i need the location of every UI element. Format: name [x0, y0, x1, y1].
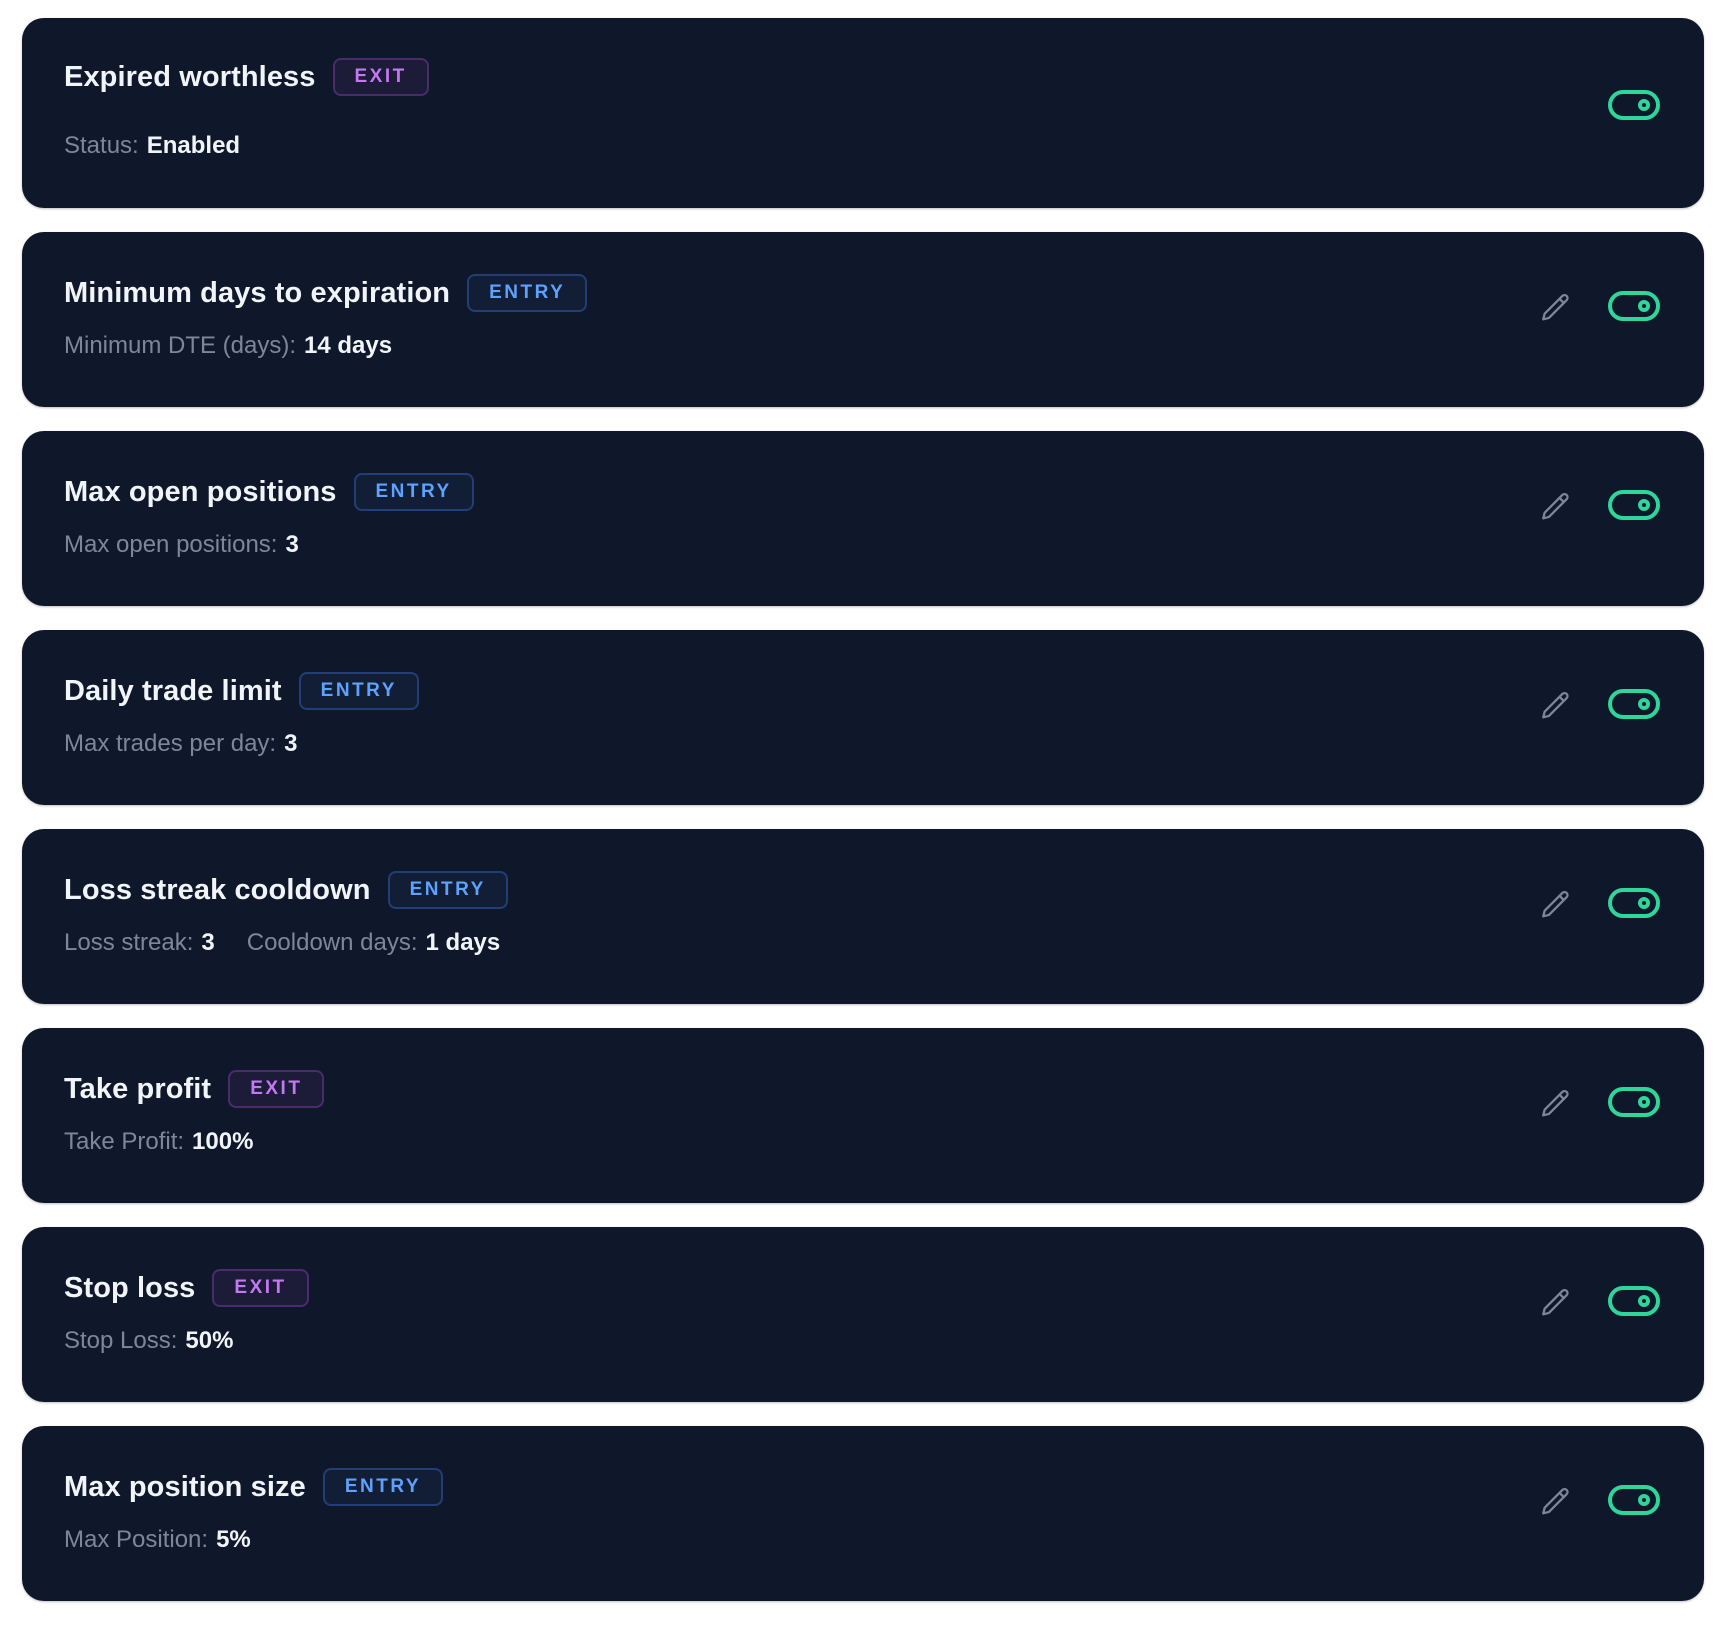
edit-button[interactable]	[1536, 686, 1576, 726]
detail-label: Max trades per day:	[64, 730, 277, 757]
rule-type-badge: ENTRY	[467, 274, 588, 312]
pencil-icon	[1542, 293, 1569, 321]
enable-toggle[interactable]	[1608, 1485, 1660, 1515]
pencil-icon	[1542, 691, 1569, 719]
rule-title: Stop loss	[64, 1271, 196, 1304]
rule-title: Loss streak cooldown	[64, 873, 371, 906]
rule-detail: Minimum DTE (days): 14 days	[64, 332, 392, 360]
rule-card-take-profit: Take profit EXIT Take Profit: 100%	[22, 1028, 1704, 1203]
enable-toggle[interactable]	[1608, 291, 1660, 321]
pencil-icon	[1542, 1089, 1569, 1117]
detail-value: 1 days	[425, 929, 501, 956]
rule-detail: Max trades per day: 3	[64, 730, 297, 758]
detail-value: Enabled	[146, 132, 241, 159]
toggle-knob	[1638, 99, 1650, 111]
toggle-knob	[1638, 698, 1650, 710]
detail-value: 50%	[185, 1327, 234, 1354]
toggle-knob	[1638, 897, 1650, 909]
pencil-icon	[1542, 492, 1569, 520]
edit-button[interactable]	[1536, 487, 1576, 527]
rule-title: Minimum days to expiration	[64, 276, 451, 309]
toggle-knob	[1638, 300, 1650, 312]
detail-label: Max open positions:	[64, 531, 278, 558]
detail-label: Status:	[64, 132, 139, 159]
enable-toggle[interactable]	[1608, 90, 1660, 120]
detail-value: 3	[284, 730, 298, 757]
rule-detail: Loss streak: 3	[64, 929, 215, 957]
rule-card-expired-worthless: Expired worthless EXIT Status: Enabled	[22, 18, 1704, 208]
detail-label: Max Position:	[64, 1526, 209, 1553]
detail-label: Stop Loss:	[64, 1327, 178, 1354]
edit-button[interactable]	[1536, 288, 1576, 328]
rule-type-badge: ENTRY	[387, 871, 508, 909]
rule-title: Max position size	[64, 1470, 306, 1503]
detail-label: Take Profit:	[64, 1128, 185, 1155]
detail-value: 3	[285, 531, 299, 558]
rule-title: Daily trade limit	[64, 674, 282, 707]
toggle-knob	[1638, 499, 1650, 511]
detail-value: 3	[201, 929, 215, 956]
edit-button[interactable]	[1536, 1482, 1576, 1522]
edit-button[interactable]	[1536, 885, 1576, 925]
rule-detail: Max Position: 5%	[64, 1526, 251, 1554]
pencil-icon	[1542, 1288, 1569, 1316]
pencil-icon	[1542, 1487, 1569, 1515]
rules-list: Expired worthless EXIT Status: Enabled M…	[22, 18, 1704, 1625]
enable-toggle[interactable]	[1608, 490, 1660, 520]
rule-detail: Take Profit: 100%	[64, 1128, 253, 1156]
rule-type-badge: ENTRY	[322, 1468, 444, 1506]
rule-card-minimum-days-to-expiration: Minimum days to expiration ENTRY Minimum…	[22, 232, 1704, 407]
rule-detail: Stop Loss: 50%	[64, 1327, 233, 1355]
rule-type-badge: EXIT	[212, 1269, 309, 1307]
toggle-knob	[1638, 1295, 1650, 1307]
rule-type-badge: EXIT	[332, 58, 429, 96]
detail-value: 14 days	[304, 332, 393, 359]
rule-card-max-open-positions: Max open positions ENTRY Max open positi…	[22, 431, 1704, 606]
rule-title: Max open positions	[64, 475, 337, 508]
rule-type-badge: ENTRY	[353, 473, 474, 511]
rule-detail: Max open positions: 3	[64, 531, 299, 559]
toggle-knob	[1638, 1494, 1650, 1506]
rule-card-max-position-size: Max position size ENTRY Max Position: 5%	[22, 1426, 1704, 1601]
edit-button[interactable]	[1536, 1283, 1576, 1323]
enable-toggle[interactable]	[1608, 1087, 1660, 1117]
detail-label: Cooldown days:	[246, 929, 418, 956]
enable-toggle[interactable]	[1608, 689, 1660, 719]
pencil-icon	[1542, 890, 1569, 918]
enable-toggle[interactable]	[1608, 888, 1660, 918]
detail-value: 5%	[216, 1526, 251, 1553]
rule-card-loss-streak-cooldown: Loss streak cooldown ENTRY Loss streak: …	[22, 829, 1704, 1004]
detail-label: Minimum DTE (days):	[64, 332, 297, 359]
detail-label: Loss streak:	[64, 929, 194, 956]
rule-type-badge: ENTRY	[298, 672, 419, 710]
edit-button[interactable]	[1536, 1084, 1576, 1124]
toggle-knob	[1638, 1096, 1650, 1108]
detail-value: 100%	[192, 1128, 254, 1155]
rule-card-stop-loss: Stop loss EXIT Stop Loss: 50%	[22, 1227, 1704, 1402]
rule-title: Expired worthless	[64, 60, 316, 93]
rule-detail: Status: Enabled	[64, 132, 240, 160]
rule-detail: Cooldown days: 1 days	[247, 929, 500, 957]
rule-type-badge: EXIT	[228, 1070, 325, 1108]
rule-title: Take profit	[64, 1072, 212, 1105]
enable-toggle[interactable]	[1608, 1286, 1660, 1316]
rule-card-daily-trade-limit: Daily trade limit ENTRY Max trades per d…	[22, 630, 1704, 805]
